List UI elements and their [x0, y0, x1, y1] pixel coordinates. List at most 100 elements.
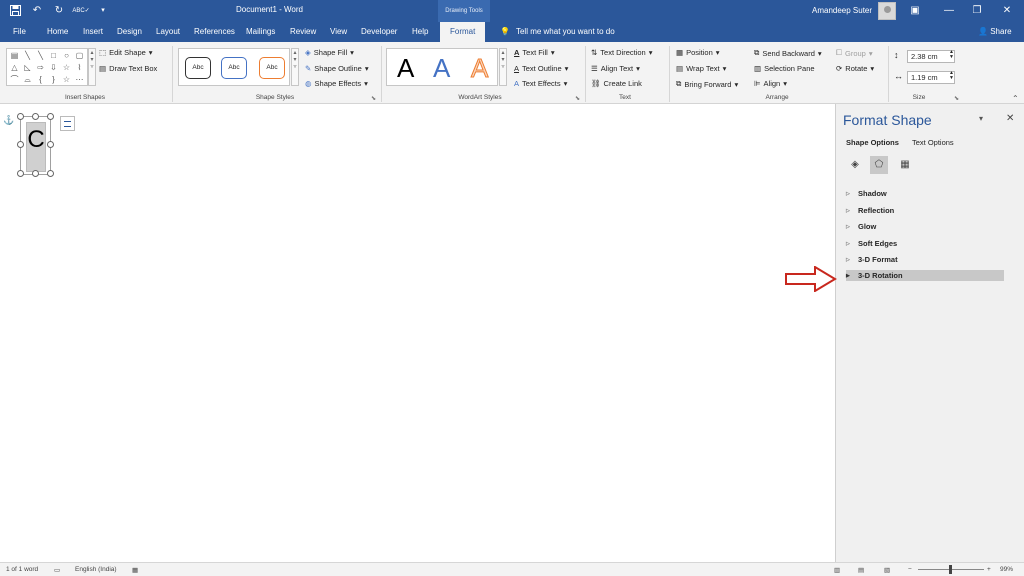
close-icon[interactable]: ✕	[998, 2, 1016, 20]
shape-text[interactable]: C	[23, 126, 49, 154]
section-reflection[interactable]: ▷ Reflection	[846, 205, 1004, 216]
resize-handle[interactable]	[17, 141, 24, 148]
proofing-icon[interactable]: ▭	[54, 566, 60, 574]
edit-shape-button[interactable]: ⬚ Edit Shape ▾	[99, 48, 153, 57]
minimize-icon[interactable]: —	[940, 2, 958, 20]
language[interactable]: English (India)	[75, 566, 117, 573]
tab-home[interactable]: Home	[47, 27, 68, 36]
size-properties-icon[interactable]: ▦	[896, 156, 914, 174]
tab-format[interactable]: Format	[440, 22, 486, 42]
undo-icon[interactable]: ↶	[30, 3, 44, 17]
bring-forward-button[interactable]: ⧉ Bring Forward ▾	[676, 79, 738, 89]
shape-effects-button[interactable]: ◍ Shape Effects ▾	[305, 79, 368, 88]
height-input[interactable]: 2.38 cm	[907, 50, 955, 63]
zoom-slider-thumb[interactable]	[949, 565, 952, 574]
fill-line-icon[interactable]: ◈	[846, 156, 864, 174]
draw-text-box-button[interactable]: ▤ Draw Text Box	[99, 64, 157, 73]
text-outline-label: Text Outline	[522, 64, 562, 73]
resize-handle[interactable]	[17, 113, 24, 120]
rotate-button[interactable]: ⟳ Rotate ▾	[836, 64, 874, 73]
zoom-out-icon[interactable]: −	[908, 566, 912, 573]
tab-text-options[interactable]: Text Options	[912, 138, 954, 147]
tab-view[interactable]: View	[330, 27, 347, 36]
tab-review[interactable]: Review	[290, 27, 316, 36]
tab-help[interactable]: Help	[412, 27, 428, 36]
resize-handle[interactable]	[32, 113, 39, 120]
shapes-gallery-scroll[interactable]: ▴ ▾ ▿	[88, 48, 96, 86]
tab-insert[interactable]: Insert	[83, 27, 103, 36]
resize-handle[interactable]	[32, 170, 39, 177]
resize-handle[interactable]	[47, 141, 54, 148]
tab-layout[interactable]: Layout	[156, 27, 180, 36]
zoom-in-icon[interactable]: +	[987, 566, 991, 573]
share-button[interactable]: 👤 Share	[978, 27, 1012, 36]
dialog-launcher-icon[interactable]: ⬊	[575, 95, 580, 102]
wordart-preset[interactable]: A	[397, 53, 414, 83]
collapse-ribbon-icon[interactable]: ⌃	[1012, 94, 1019, 103]
shape-style-preset[interactable]: Abc	[185, 57, 211, 79]
shape-outline-button[interactable]: ✎ Shape Outline ▾	[305, 64, 369, 73]
text-effects-button[interactable]: A Text Effects ▾	[514, 79, 567, 88]
customize-icon[interactable]: ▾	[96, 3, 110, 17]
resize-handle[interactable]	[47, 113, 54, 120]
tab-file[interactable]: File	[13, 27, 26, 36]
print-layout-icon[interactable]: ▤	[858, 566, 864, 574]
section-soft-edges[interactable]: ▷ Soft Edges	[846, 238, 1004, 249]
group-button[interactable]: ⧠ Group ▾	[836, 48, 873, 58]
word-count[interactable]: 1 of 1 word	[6, 566, 38, 573]
create-link-button[interactable]: ⛓ Create Link	[591, 79, 642, 88]
dialog-launcher-icon[interactable]: ⬊	[371, 95, 376, 102]
width-spinner[interactable]: ▲ ▼	[949, 71, 954, 81]
align-text-button[interactable]: ☰ Align Text ▾	[591, 64, 640, 73]
user-name[interactable]: Amandeep Suter	[812, 6, 872, 15]
wordart-styles-gallery[interactable]: A A A	[386, 48, 498, 86]
section-glow[interactable]: ▷ Glow	[846, 221, 1004, 232]
redo-icon[interactable]: ↻	[52, 3, 66, 17]
align-button[interactable]: ⊫ Align ▾	[754, 79, 787, 88]
wordart-preset[interactable]: A	[470, 53, 488, 84]
shapes-gallery[interactable]: ▤ ╲ ╲ □ ○ ▢ △ ◺ ⇨ ⇩ ☆ ⌇ ⌒ ⌓ {} ☆ ⋯	[6, 48, 88, 86]
resize-handle[interactable]	[47, 170, 54, 177]
restore-icon[interactable]: ❐	[968, 2, 986, 20]
save-icon[interactable]	[8, 3, 22, 17]
text-outline-button[interactable]: A Text Outline ▾	[514, 64, 568, 73]
wrap-text-button[interactable]: ▤ Wrap Text ▾	[676, 64, 726, 73]
dialog-launcher-icon[interactable]: ⬊	[954, 95, 959, 102]
effects-icon[interactable]: ⬠	[870, 156, 888, 174]
spelling-icon[interactable]: ABC✓	[72, 3, 89, 17]
text-fill-button[interactable]: A Text Fill ▾	[514, 48, 555, 57]
width-input[interactable]: 1.19 cm	[907, 71, 955, 84]
tab-design[interactable]: Design	[117, 27, 142, 36]
ribbon-display-icon[interactable]: ▣	[906, 2, 924, 20]
wordart-preset[interactable]: A	[433, 53, 450, 83]
avatar[interactable]	[878, 2, 896, 20]
zoom-level[interactable]: 99%	[1000, 566, 1013, 573]
shape-styles-scroll[interactable]: ▴ ▾ ▿	[291, 48, 299, 86]
section-3d-format[interactable]: ▷ 3-D Format	[846, 254, 1004, 265]
tab-mailings[interactable]: Mailings	[246, 27, 275, 36]
tab-references[interactable]: References	[194, 27, 235, 36]
text-direction-button[interactable]: ⇅ Text Direction ▾	[591, 48, 653, 57]
shape-styles-gallery[interactable]: Abc Abc Abc	[178, 48, 290, 86]
wordart-styles-scroll[interactable]: ▴ ▾ ▿	[499, 48, 507, 86]
send-backward-button[interactable]: ⧉ Send Backward ▾	[754, 48, 822, 58]
tab-developer[interactable]: Developer	[361, 27, 397, 36]
selection-pane-button[interactable]: ▥ Selection Pane	[754, 64, 815, 73]
shape-style-preset[interactable]: Abc	[259, 57, 285, 79]
tab-shape-options[interactable]: Shape Options	[846, 138, 899, 147]
pane-options-chevron-icon[interactable]: ▾	[979, 114, 983, 123]
macro-icon[interactable]: ▦	[132, 566, 138, 574]
layout-options-icon[interactable]	[60, 116, 75, 131]
tell-me-search[interactable]: 💡 Tell me what you want to do	[500, 27, 615, 36]
web-layout-icon[interactable]: ▧	[884, 566, 890, 574]
section-shadow[interactable]: ▷ Shadow	[846, 188, 1004, 199]
section-3d-rotation[interactable]: ▶ 3-D Rotation	[846, 270, 1004, 281]
read-mode-icon[interactable]: ▥	[834, 566, 840, 574]
shape-style-preset[interactable]: Abc	[221, 57, 247, 79]
resize-handle[interactable]	[17, 170, 24, 177]
document-canvas[interactable]: ⚓ C	[0, 104, 835, 562]
height-spinner[interactable]: ▲ ▼	[949, 50, 954, 60]
shape-fill-button[interactable]: ◈ Shape Fill ▾	[305, 48, 354, 57]
close-icon[interactable]: ✕	[1006, 113, 1014, 124]
position-button[interactable]: ▦ Position ▾	[676, 48, 720, 57]
